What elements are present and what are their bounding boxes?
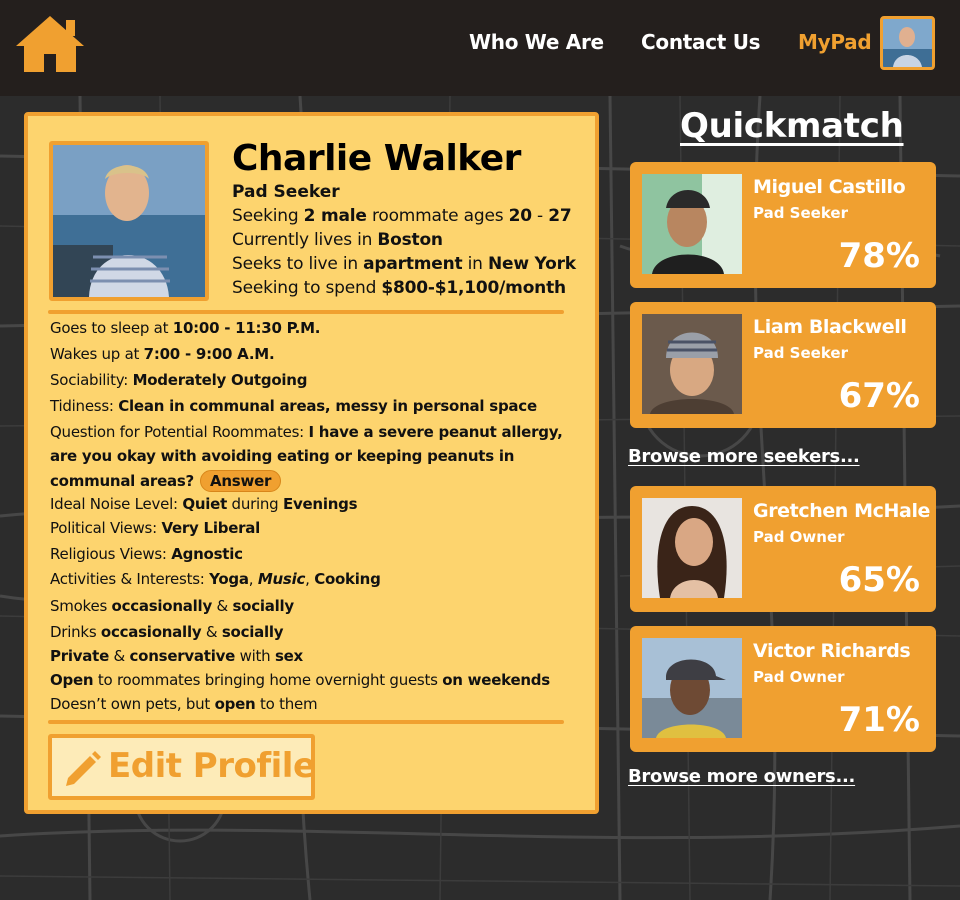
match-photo xyxy=(642,314,742,414)
match-card-owner[interactable]: Gretchen McHale Pad Owner 65% xyxy=(630,486,936,612)
user-avatar[interactable] xyxy=(880,16,935,70)
sleep-time-line: Goes to sleep at 10:00 - 11:30 P.M. xyxy=(50,319,321,337)
overnight-guests-line: Open to roommates bringing home overnigh… xyxy=(50,671,550,689)
seeking-roommates-line: Seeking 2 male roommate ages 20 - 27 xyxy=(232,206,572,226)
top-nav-bar: Who We Are Contact Us MyPad xyxy=(0,0,960,96)
match-percent: 71% xyxy=(838,700,920,740)
divider xyxy=(48,720,564,724)
sociability-line: Sociability: Moderately Outgoing xyxy=(50,371,308,389)
profile-name: Charlie Walker xyxy=(232,138,521,179)
quickmatch-title: Quickmatch xyxy=(680,106,904,146)
match-percent: 67% xyxy=(838,376,920,416)
match-card-owner[interactable]: Victor Richards Pad Owner 71% xyxy=(630,626,936,752)
match-name: Victor Richards xyxy=(753,640,911,662)
tidiness-line: Tidiness: Clean in communal areas, messy… xyxy=(50,397,537,415)
roommate-question-line-3: communal areas? Answer xyxy=(50,470,282,492)
activities-line: Activities & Interests: Yoga, Music, Coo… xyxy=(50,570,381,588)
edit-profile-label: Edit Profile xyxy=(108,746,316,786)
match-percent: 65% xyxy=(838,560,920,600)
nav-contact-us-link[interactable]: Contact Us xyxy=(641,30,761,54)
match-role: Pad Owner xyxy=(753,528,845,546)
political-views-line: Political Views: Very Liberal xyxy=(50,519,261,537)
house-icon[interactable] xyxy=(14,14,86,74)
drinking-line: Drinks occasionally & socially xyxy=(50,623,284,641)
avatar-photo xyxy=(883,19,932,67)
edit-profile-button[interactable]: Edit Profile xyxy=(48,734,316,800)
match-name: Gretchen McHale xyxy=(753,500,931,522)
budget-line: Seeking to spend $800-$1,100/month xyxy=(232,278,566,298)
browse-owners-link[interactable]: Browse more owners... xyxy=(628,766,855,787)
profile-card: Charlie Walker Pad Seeker Seeking 2 male… xyxy=(24,112,599,814)
nav-who-we-are-link[interactable]: Who We Are xyxy=(469,30,604,54)
roommate-question-line-2: are you okay with avoiding eating or kee… xyxy=(50,447,515,465)
religious-views-line: Religious Views: Agnostic xyxy=(50,545,243,563)
match-card-seeker[interactable]: Miguel Castillo Pad Seeker 78% xyxy=(630,162,936,288)
pencil-icon xyxy=(66,751,101,786)
smoking-line: Smokes occasionally & socially xyxy=(50,597,294,615)
browse-seekers-link[interactable]: Browse more seekers... xyxy=(628,446,860,467)
match-percent: 78% xyxy=(838,236,920,276)
match-role: Pad Owner xyxy=(753,668,845,686)
sex-preference-line: Private & conservative with sex xyxy=(50,647,303,665)
answer-button[interactable]: Answer xyxy=(200,470,282,492)
match-photo xyxy=(642,638,742,738)
match-name: Liam Blackwell xyxy=(753,316,907,338)
desired-home-line: Seeks to live in apartment in New York xyxy=(232,254,576,274)
current-city-line: Currently lives in Boston xyxy=(232,230,443,250)
profile-photo xyxy=(49,141,209,301)
match-role: Pad Seeker xyxy=(753,204,848,222)
pets-line: Doesn’t own pets, but open to them xyxy=(50,695,318,713)
profile-role: Pad Seeker xyxy=(232,182,340,202)
match-name: Miguel Castillo xyxy=(753,176,906,198)
nav-mypad-link[interactable]: MyPad xyxy=(798,30,872,54)
roommate-question-line: Question for Potential Roommates: I have… xyxy=(50,423,563,441)
match-role: Pad Seeker xyxy=(753,344,848,362)
match-card-seeker[interactable]: Liam Blackwell Pad Seeker 67% xyxy=(630,302,936,428)
noise-level-line: Ideal Noise Level: Quiet during Evenings xyxy=(50,495,358,513)
divider xyxy=(48,310,564,314)
wake-time-line: Wakes up at 7:00 - 9:00 A.M. xyxy=(50,345,275,363)
match-photo xyxy=(642,174,742,274)
match-photo xyxy=(642,498,742,598)
